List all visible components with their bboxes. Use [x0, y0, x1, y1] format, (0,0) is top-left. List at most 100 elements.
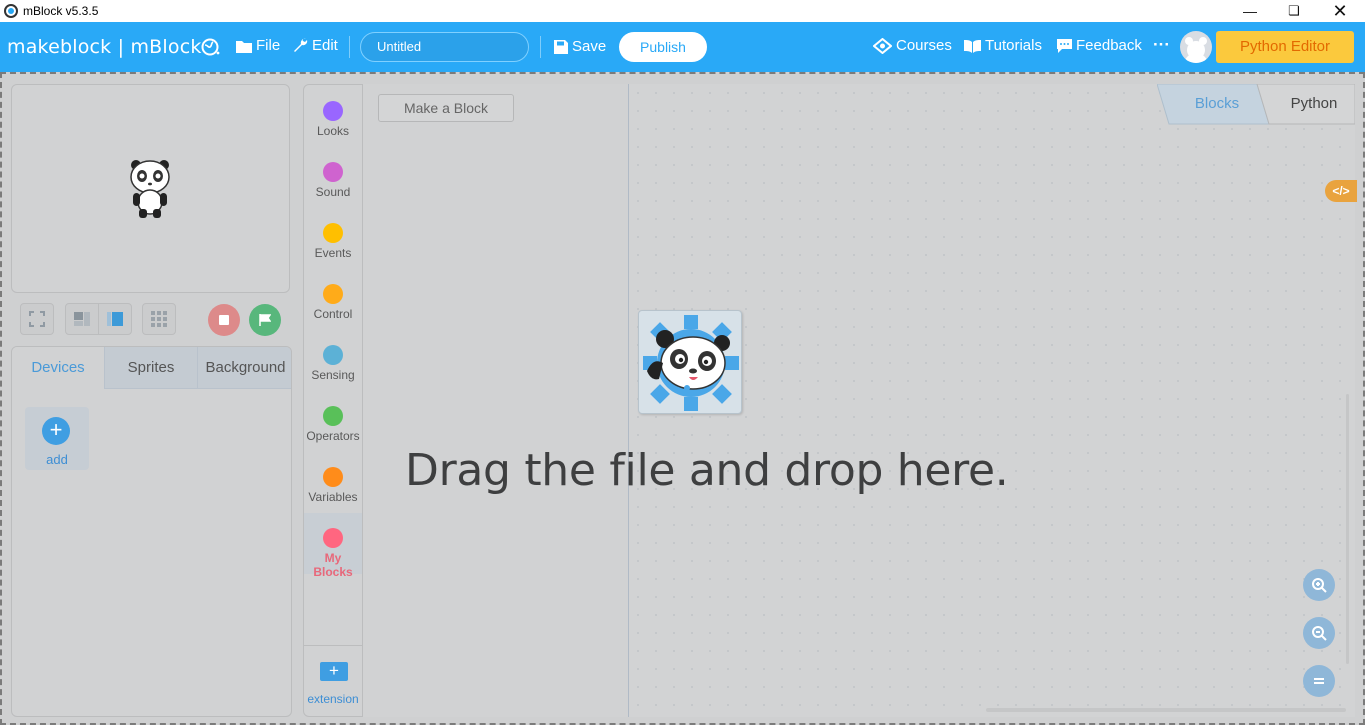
category-label: Control	[313, 307, 353, 321]
events-color-dot	[323, 223, 343, 243]
tab-python[interactable]: Python	[1274, 84, 1354, 124]
large-stage-button[interactable]	[98, 303, 132, 335]
workspace: Devices Sprites Background + add Looks S…	[0, 72, 1365, 725]
wrench-icon	[294, 38, 308, 52]
user-avatar[interactable]	[1180, 31, 1212, 63]
category-label: My Blocks	[313, 551, 353, 579]
sensing-color-dot	[323, 345, 343, 365]
close-button[interactable]: ✕	[1317, 0, 1363, 22]
extension-icon: +	[320, 662, 348, 681]
horizontal-scrollbar[interactable]	[986, 708, 1346, 712]
small-stage-icon	[74, 312, 90, 326]
courses-icon	[873, 37, 892, 54]
folder-icon	[236, 40, 252, 53]
zoom-out-icon	[1312, 626, 1327, 641]
fullscreen-icon	[29, 311, 45, 327]
python-editor-button[interactable]: Python Editor	[1216, 31, 1354, 63]
category-list: Looks Sound Events Control Sensing Opera…	[303, 84, 363, 717]
zoom-reset-button[interactable]	[1303, 665, 1335, 697]
restore-button[interactable]: ❏	[1271, 0, 1317, 22]
vertical-scrollbar[interactable]	[1346, 394, 1349, 664]
category-looks[interactable]: Looks	[304, 97, 362, 158]
extension-label: extension	[307, 692, 359, 706]
category-events[interactable]: Events	[304, 219, 362, 280]
chat-icon	[1057, 38, 1072, 53]
make-a-block-button[interactable]: Make a Block	[378, 94, 514, 122]
equals-icon	[1314, 678, 1324, 684]
fullscreen-button[interactable]	[20, 303, 54, 335]
mblock-app-icon	[4, 4, 18, 18]
menubar: makeblock | mBlock File Edit Untitled Sa…	[0, 22, 1365, 72]
add-device-button[interactable]: + add	[25, 407, 89, 470]
file-menu-label: File	[256, 37, 281, 54]
extension-button[interactable]: + extension	[304, 645, 362, 716]
tab-background[interactable]: Background	[198, 347, 291, 389]
category-label: Sensing	[311, 368, 355, 382]
brand-logo[interactable]: makeblock | mBlock	[7, 36, 202, 58]
category-sensing[interactable]: Sensing	[304, 341, 362, 402]
menu-divider	[540, 36, 541, 58]
drop-logo-card	[638, 310, 742, 414]
category-label: Events	[314, 246, 352, 260]
zoom-in-icon	[1312, 578, 1327, 593]
stop-icon	[219, 315, 229, 325]
feedback-link[interactable]: Feedback	[1057, 37, 1142, 54]
category-label: Operators	[306, 429, 360, 443]
my-blocks-color-dot	[323, 528, 343, 548]
plus-icon: +	[42, 417, 70, 445]
green-flag-button[interactable]	[249, 304, 281, 336]
book-icon	[964, 39, 981, 53]
code-view-toggle[interactable]: </>	[1325, 180, 1357, 202]
category-label: Variables	[308, 490, 358, 504]
more-menu-button[interactable]: ···	[1153, 35, 1170, 55]
window-titlebar: mBlock v5.3.5 — ❏ ✕	[0, 0, 1365, 22]
feedback-label: Feedback	[1076, 37, 1142, 54]
menu-divider	[349, 36, 350, 58]
category-sound[interactable]: Sound	[304, 158, 362, 219]
code-icon: </>	[1332, 184, 1350, 198]
courses-link[interactable]: Courses	[873, 37, 952, 54]
grid-icon	[151, 311, 167, 327]
file-menu[interactable]: File	[236, 37, 280, 54]
globe-icon	[201, 38, 220, 56]
courses-label: Courses	[896, 37, 952, 54]
zoom-in-button[interactable]	[1303, 569, 1335, 601]
tutorials-link[interactable]: Tutorials	[964, 37, 1042, 54]
edit-menu[interactable]: Edit	[293, 37, 338, 54]
window-title: mBlock v5.3.5	[23, 4, 99, 18]
panda-sprite[interactable]	[128, 157, 172, 219]
operators-color-dot	[323, 406, 343, 426]
zoom-out-button[interactable]	[1303, 617, 1335, 649]
category-label: Sound	[315, 185, 351, 199]
sound-color-dot	[323, 162, 343, 182]
mblock-panda-logo	[643, 315, 739, 411]
project-title-input[interactable]: Untitled	[360, 32, 529, 62]
drop-here-message: Drag the file and drop here.	[405, 445, 1009, 496]
category-control[interactable]: Control	[304, 280, 362, 341]
minimize-button[interactable]: —	[1227, 0, 1273, 22]
language-button[interactable]	[201, 38, 221, 56]
edit-menu-label: Edit	[312, 37, 338, 54]
stage[interactable]	[11, 84, 290, 293]
tab-blocks[interactable]: Blocks	[1177, 84, 1257, 124]
tab-devices[interactable]: Devices	[12, 347, 105, 389]
grid-view-button[interactable]	[142, 303, 176, 335]
category-label: Looks	[316, 124, 350, 138]
control-color-dot	[323, 284, 343, 304]
category-operators[interactable]: Operators	[304, 402, 362, 463]
avatar-icon	[1184, 37, 1208, 63]
tutorials-label: Tutorials	[985, 37, 1042, 54]
save-label: Save	[572, 38, 607, 55]
small-stage-button[interactable]	[65, 303, 99, 335]
add-label: add	[46, 452, 68, 467]
variables-color-dot	[323, 467, 343, 487]
looks-color-dot	[323, 101, 343, 121]
save-icon	[554, 39, 568, 54]
block-palette: Make a Block	[363, 84, 629, 717]
publish-button[interactable]: Publish	[619, 32, 707, 62]
category-my-blocks[interactable]: My Blocks	[304, 513, 362, 579]
save-button[interactable]: Save	[554, 38, 606, 55]
tab-sprites[interactable]: Sprites	[105, 347, 198, 389]
stop-button[interactable]	[208, 304, 240, 336]
sprite-panel: Devices Sprites Background + add	[11, 346, 292, 717]
